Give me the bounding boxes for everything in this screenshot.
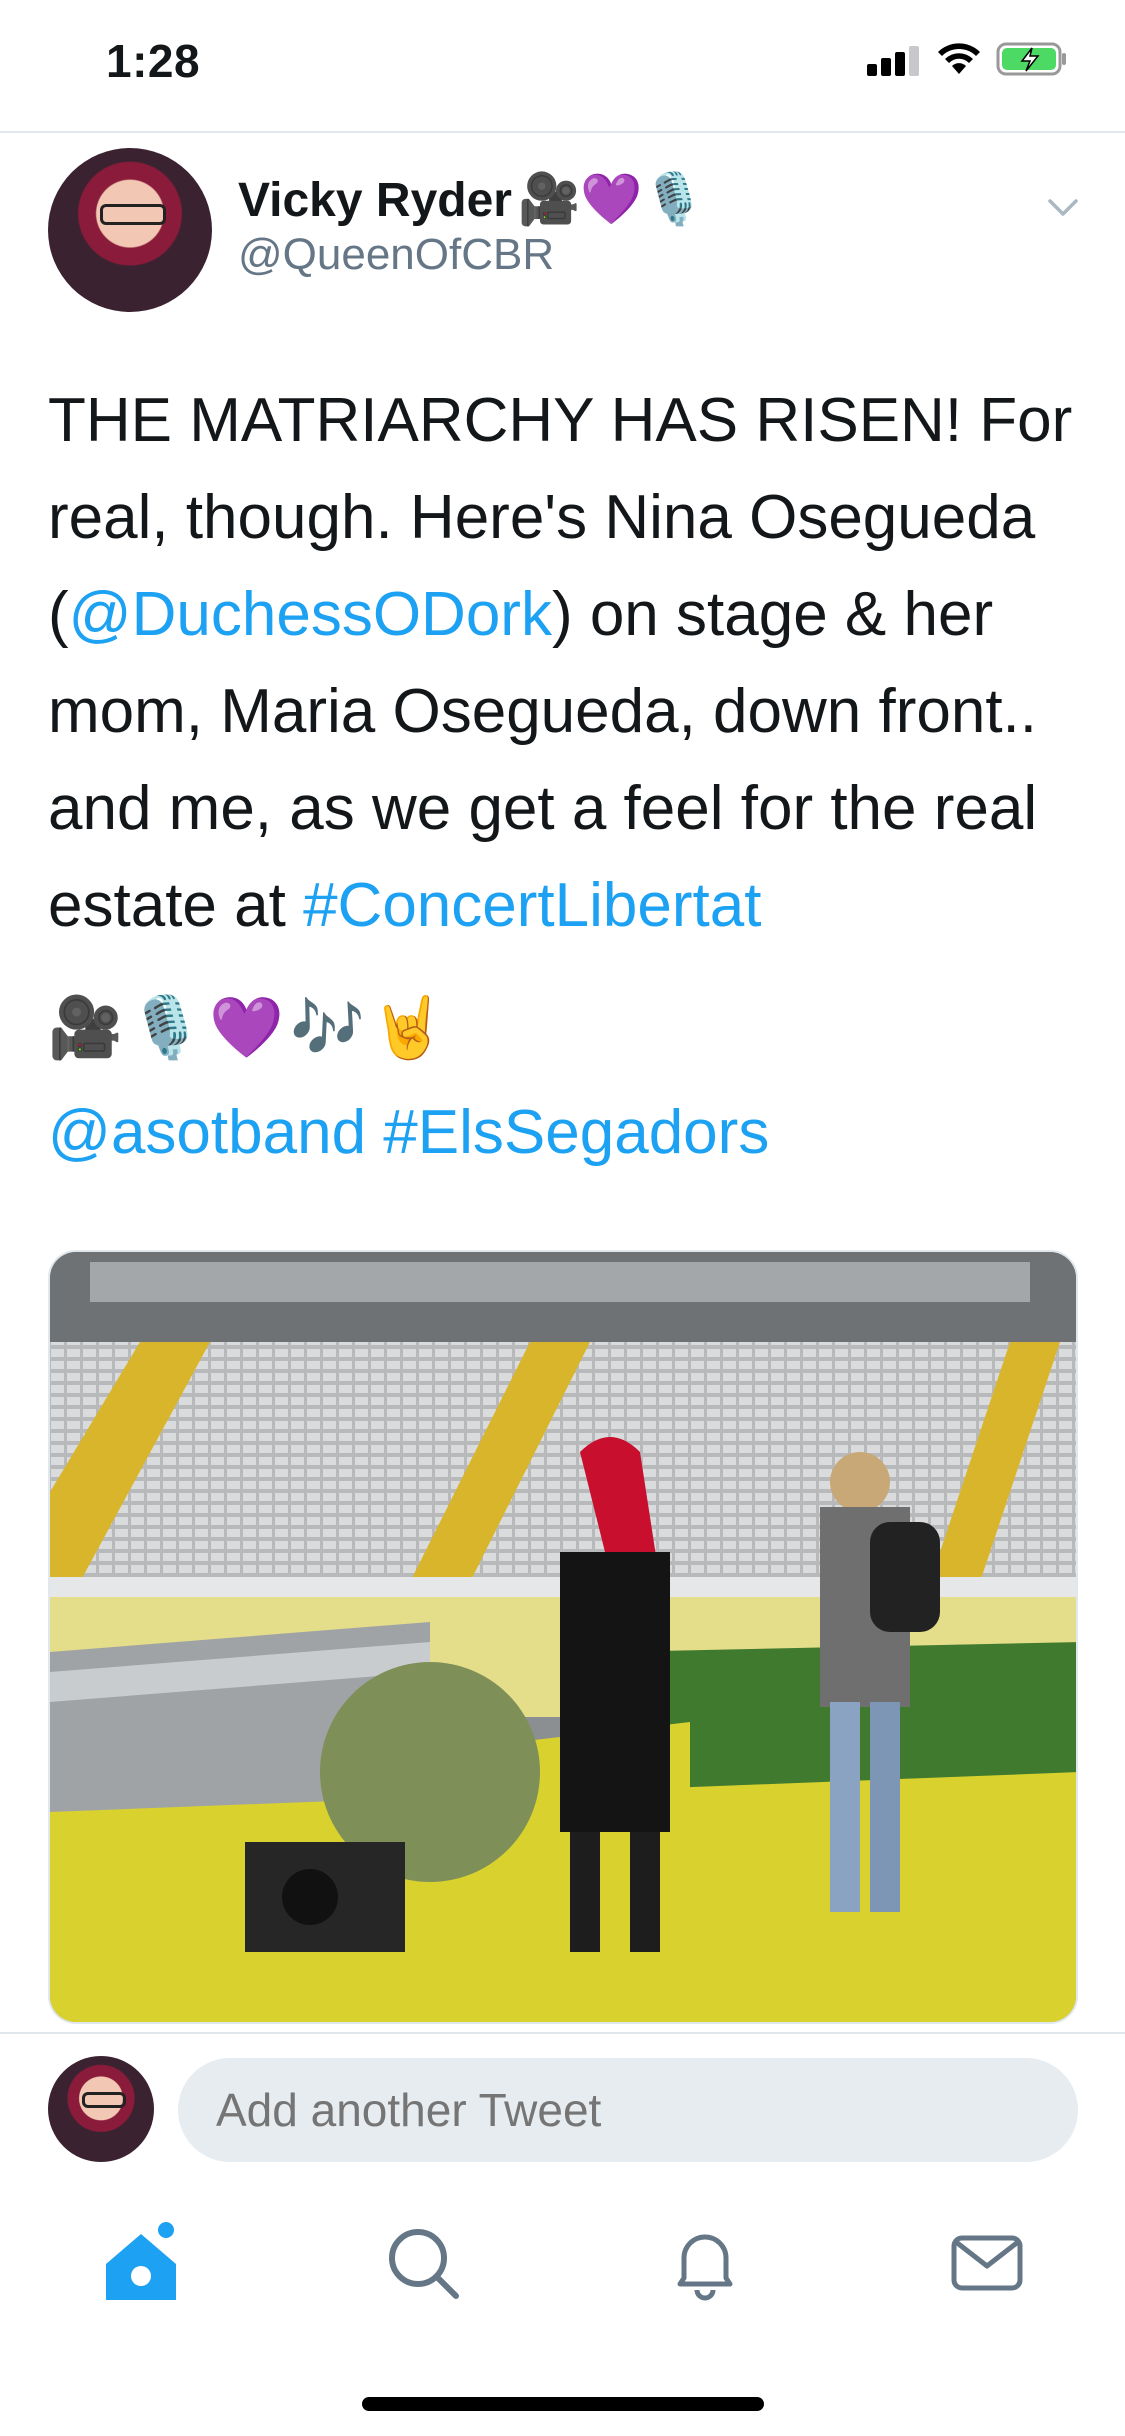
reply-divider bbox=[0, 2032, 1125, 2034]
chevron-down-icon[interactable] bbox=[1046, 190, 1080, 224]
tweet-text: THE MATRIARCHY HAS RISEN! For real, thou… bbox=[48, 372, 1088, 954]
author-handle[interactable]: @QueenOfCBR bbox=[238, 230, 554, 280]
header-divider bbox=[0, 131, 1125, 133]
wifi-icon bbox=[938, 43, 980, 74]
author-name-emoji: 🎥💜🎙️ bbox=[517, 171, 705, 227]
add-tweet-input[interactable] bbox=[178, 2058, 1078, 2162]
author-avatar[interactable] bbox=[48, 148, 212, 312]
hashtag-link-elssegadors[interactable]: #ElsSegadors bbox=[383, 1098, 769, 1167]
author-name-text: Vicky Ryder bbox=[238, 174, 512, 227]
mention-link-asotband[interactable]: @asotband bbox=[48, 1098, 366, 1167]
mention-link[interactable]: @DuchessODork bbox=[69, 580, 552, 649]
messages-icon[interactable] bbox=[942, 2218, 1032, 2308]
tweet-tags-line: @asotband #ElsSegadors bbox=[48, 1088, 769, 1178]
hashtag-link[interactable]: #ConcertLibertat bbox=[303, 871, 761, 940]
status-bar: 1:28 bbox=[0, 0, 1125, 132]
battery-charging-icon bbox=[996, 42, 1066, 76]
home-indicator bbox=[362, 2397, 764, 2411]
stadium-photo bbox=[50, 1252, 1076, 2022]
notifications-icon[interactable] bbox=[660, 2218, 750, 2308]
tweet-photo[interactable] bbox=[48, 1250, 1078, 2024]
status-time: 1:28 bbox=[106, 35, 201, 87]
tweet-emoji-line: 🎥🎙️💜🎶🤘 bbox=[48, 994, 452, 1061]
user-avatar[interactable] bbox=[48, 2056, 154, 2162]
home-icon[interactable] bbox=[96, 2218, 186, 2308]
author-name[interactable]: Vicky Ryder 🎥💜🎙️ bbox=[238, 170, 705, 229]
cellular-signal-icon bbox=[867, 46, 921, 76]
search-icon[interactable] bbox=[378, 2218, 468, 2308]
